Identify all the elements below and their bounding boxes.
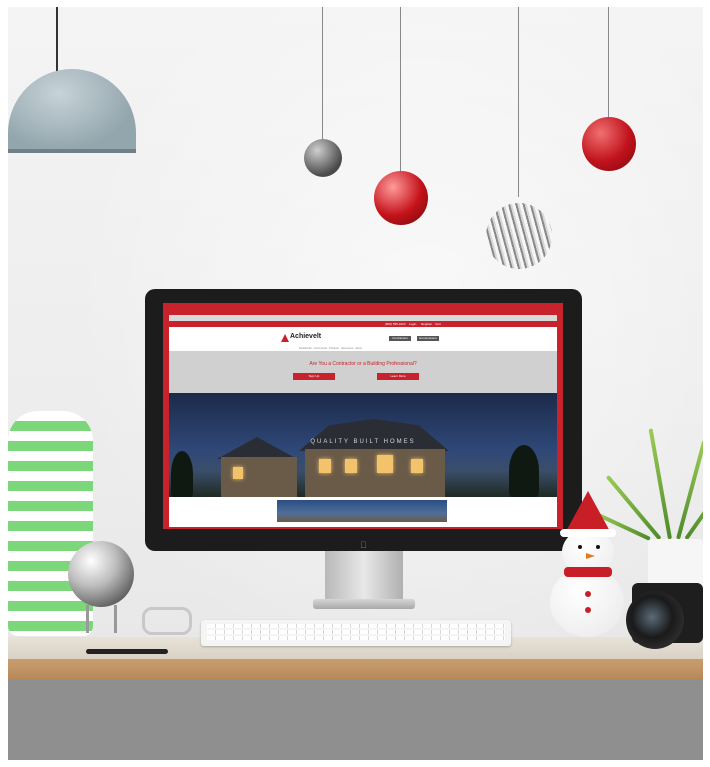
site-header: Achievelt Contractors Homeowners Residen… [169, 327, 557, 351]
floor [8, 679, 703, 760]
snowman-nose [586, 553, 595, 559]
tree [171, 451, 193, 497]
snowman-eye [596, 545, 600, 549]
snowman-eye [578, 545, 582, 549]
pen [86, 649, 168, 654]
nav-button-contractors[interactable]: Contractors [389, 336, 411, 341]
nav-button-homeowners[interactable]: Homeowners [417, 336, 439, 341]
red-ornament [374, 171, 428, 225]
lit-window [233, 467, 243, 479]
lit-window [411, 459, 423, 473]
plant-pot [648, 539, 703, 589]
logo-icon[interactable] [281, 334, 289, 342]
chrome-sphere-decor [68, 541, 134, 607]
snowman-hat-brim [560, 529, 616, 537]
site-logo[interactable]: Achievelt [290, 333, 321, 340]
desk-scene-photo: (800) 555-0123 Login Register Cart Achie… [8, 7, 703, 760]
key-row [207, 624, 505, 628]
house-wall [305, 449, 445, 497]
ornament-string [608, 7, 609, 119]
cta-question: Are You a Contractor or a Building Profe… [309, 361, 417, 367]
snowman-button [585, 591, 591, 597]
lamp-cord [56, 7, 58, 72]
ornament-string [518, 7, 519, 197]
learn-more-button[interactable]: Learn More [377, 373, 419, 380]
cta-banner: Are You a Contractor or a Building Profe… [169, 351, 557, 393]
monitor-screen: (800) 555-0123 Login Register Cart Achie… [163, 303, 563, 529]
snowman-body [550, 567, 624, 637]
camera-lens [626, 591, 684, 649]
tree [509, 445, 539, 497]
keyboard [201, 620, 511, 646]
sub-navigation[interactable]: Residential · Commercial · Products · Re… [299, 347, 362, 350]
chrome-leg [114, 605, 117, 633]
striped-vase [8, 411, 93, 636]
ornament-string [322, 7, 323, 143]
monitor-stand [325, 551, 403, 603]
snowman-button [585, 607, 591, 613]
content-band [169, 497, 557, 527]
lit-window [319, 459, 331, 473]
website-page: (800) 555-0123 Login Register Cart Achie… [169, 315, 557, 527]
monitor-stand-base [313, 599, 415, 609]
key-row [207, 630, 505, 634]
key-row [207, 636, 505, 640]
apple-icon:  [360, 541, 368, 550]
sign-up-button[interactable]: Sign Up [293, 373, 335, 380]
chrome-leg [86, 605, 89, 633]
ornament-string [400, 7, 401, 173]
lit-window [377, 455, 393, 473]
grey-ornament [304, 139, 342, 177]
hero-house-image: QUALITY BUILT HOMES [169, 393, 557, 497]
hero-caption: QUALITY BUILT HOMES [310, 439, 416, 445]
red-ornament [582, 117, 636, 171]
snowman-scarf [564, 567, 612, 577]
house-roof [299, 419, 449, 451]
silver-glitter-ornament [486, 203, 552, 269]
featured-thumbnail[interactable] [277, 500, 447, 522]
eyeglasses [142, 607, 192, 635]
lamp-rim [8, 149, 136, 153]
desk-edge [8, 659, 703, 679]
lit-window [345, 459, 357, 473]
